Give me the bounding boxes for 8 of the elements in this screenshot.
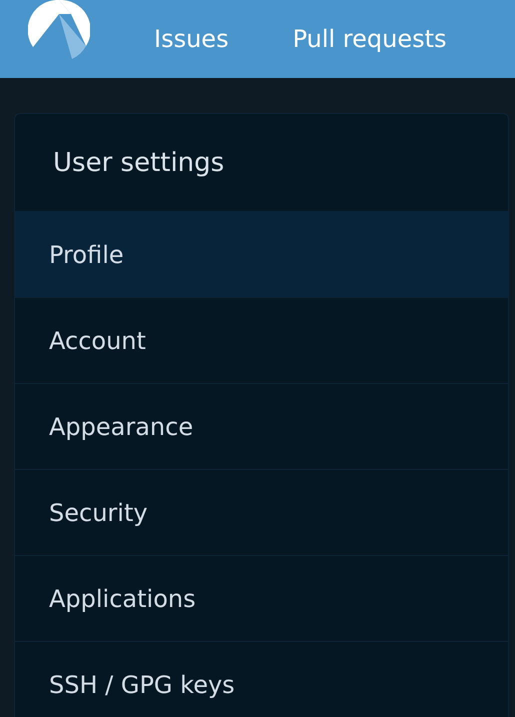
- menu-item[interactable]: Appearance: [15, 383, 508, 469]
- menu-item[interactable]: Account: [15, 297, 508, 383]
- menu-item[interactable]: Profile: [15, 211, 508, 297]
- menu-item[interactable]: Applications: [15, 555, 508, 641]
- logo-icon[interactable]: [28, 0, 90, 60]
- menu-item[interactable]: SSH / GPG keys: [15, 641, 508, 717]
- menu-item[interactable]: Security: [15, 469, 508, 555]
- menu-title: User settings: [52, 146, 226, 180]
